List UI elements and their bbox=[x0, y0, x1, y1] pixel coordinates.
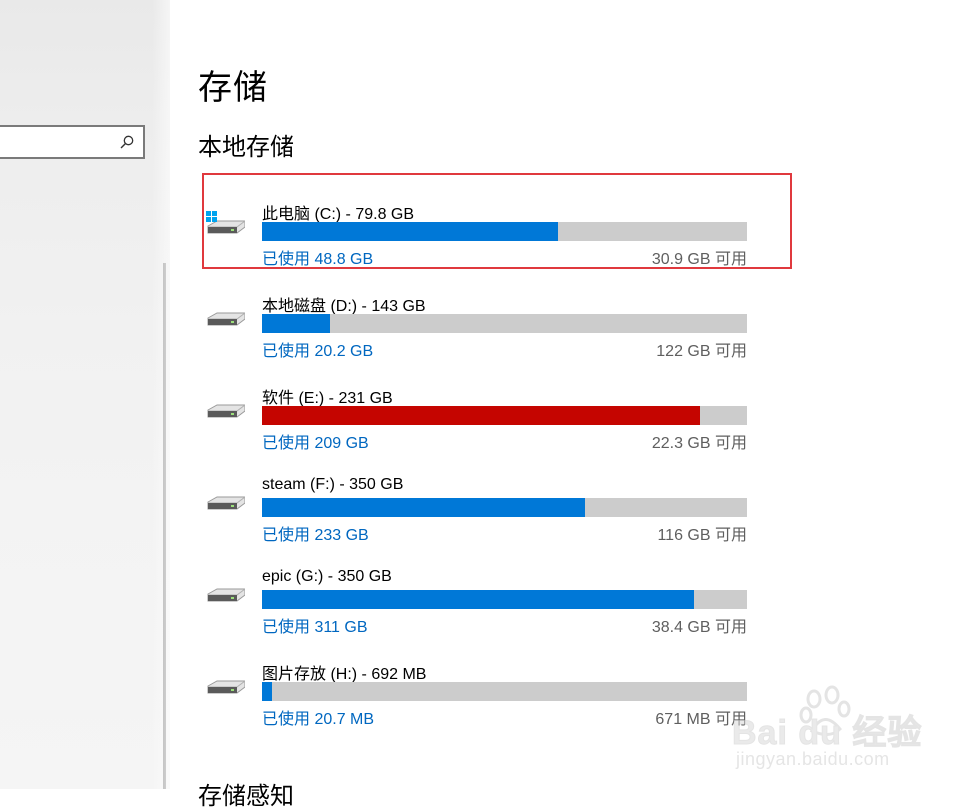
used-space-label: 已使用 20.2 GB bbox=[262, 343, 374, 360]
used-space-label: 已使用 233 GB bbox=[262, 527, 369, 544]
usage-bar-fill bbox=[262, 406, 700, 425]
drive-name: steam (F:) - 350 GB bbox=[262, 476, 404, 493]
drive-item[interactable]: 图片存放 (H:) - 692 MB 已使用 20.7 MB 671 MB 可用 bbox=[200, 640, 760, 732]
drive-name: 本地磁盘 (D:) - 143 GB bbox=[262, 298, 426, 315]
section-title-local-storage: 本地存储 bbox=[198, 134, 294, 161]
free-space-label: 38.4 GB 可用 bbox=[651, 619, 747, 636]
usage-bar-fill bbox=[262, 682, 272, 701]
drive-item[interactable]: steam (F:) - 350 GB 已使用 233 GB 116 GB 可用 bbox=[200, 456, 760, 548]
drive-name: epic (G:) - 350 GB bbox=[262, 568, 392, 585]
usage-bar-fill bbox=[262, 498, 586, 517]
drive-icon bbox=[207, 588, 245, 602]
usage-bar bbox=[262, 498, 747, 517]
watermark-brand: Bai du 经验 bbox=[731, 714, 923, 753]
search-input[interactable] bbox=[0, 125, 145, 159]
used-space-label: 已使用 209 GB bbox=[262, 435, 369, 452]
section-title-storage-sense: 存储感知 bbox=[198, 783, 294, 810]
used-space-label: 已使用 311 GB bbox=[262, 619, 368, 636]
usage-bar bbox=[262, 314, 747, 333]
baidu-jingyan-watermark: Bai du 经验 jingyan.baidu.com bbox=[731, 685, 957, 785]
usage-bar-fill bbox=[262, 314, 331, 333]
drive-item[interactable]: 软件 (E:) - 231 GB 已使用 209 GB 22.3 GB 可用 bbox=[200, 364, 760, 456]
free-space-label: 116 GB 可用 bbox=[657, 527, 747, 544]
search-icon[interactable] bbox=[120, 135, 134, 149]
drive-item[interactable]: 本地磁盘 (D:) - 143 GB 已使用 20.2 GB 122 GB 可用 bbox=[200, 272, 760, 364]
free-space-label: 22.3 GB 可用 bbox=[651, 435, 747, 452]
usage-bar bbox=[262, 590, 747, 609]
page-title: 存储 bbox=[198, 69, 268, 107]
annotation-highlight-box bbox=[202, 173, 792, 269]
free-space-label: 122 GB 可用 bbox=[656, 343, 747, 360]
drive-item[interactable]: epic (G:) - 350 GB 已使用 311 GB 38.4 GB 可用 bbox=[200, 548, 760, 640]
drive-name: 软件 (E:) - 231 GB bbox=[262, 390, 393, 407]
drive-icon bbox=[207, 496, 245, 510]
free-space-label: 671 MB 可用 bbox=[655, 711, 747, 728]
drive-icon bbox=[207, 680, 245, 694]
used-space-label: 已使用 20.7 MB bbox=[262, 711, 375, 728]
drive-icon bbox=[207, 404, 245, 418]
navigation-pane bbox=[0, 0, 170, 789]
sidebar-scrollbar[interactable] bbox=[163, 263, 166, 789]
usage-bar-fill bbox=[262, 590, 694, 609]
watermark-url: jingyan.baidu.com bbox=[736, 749, 890, 769]
usage-bar bbox=[262, 406, 747, 425]
usage-bar bbox=[262, 682, 747, 701]
drive-icon bbox=[207, 312, 245, 326]
drive-name: 图片存放 (H:) - 692 MB bbox=[262, 666, 427, 683]
